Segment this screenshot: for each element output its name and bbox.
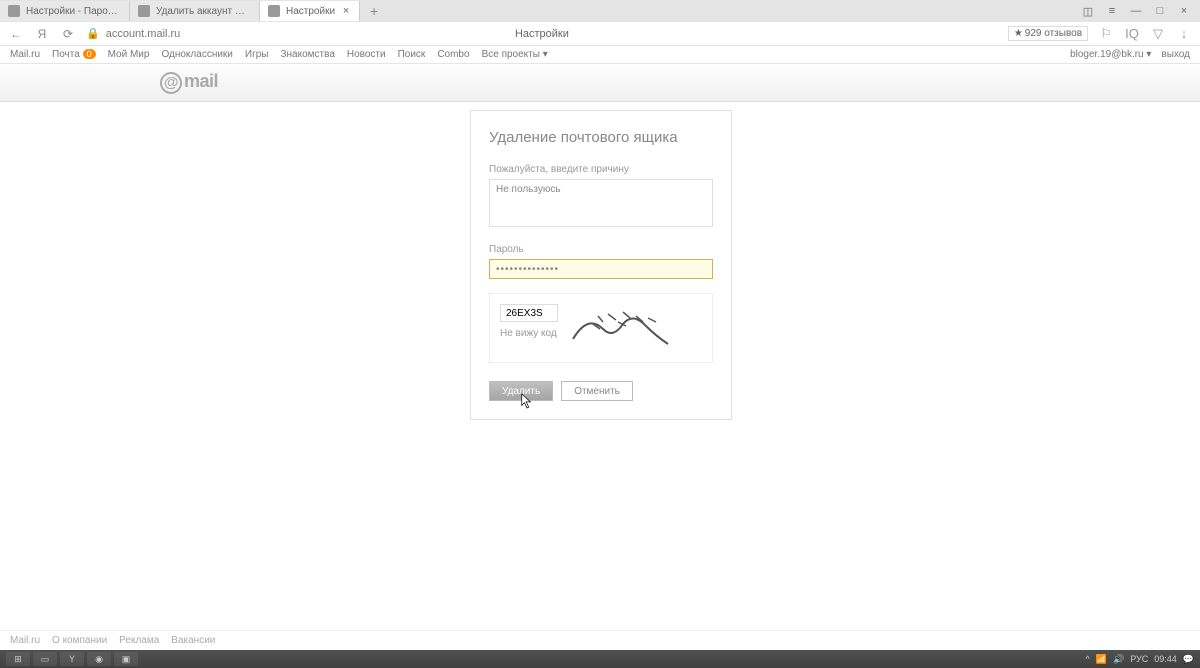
header: @mail bbox=[0, 64, 1200, 102]
password-input[interactable] bbox=[489, 259, 713, 279]
minimize-icon[interactable]: — bbox=[1130, 5, 1142, 17]
top-nav: Mail.ru Почта 0 Мой Мир Одноклассники Иг… bbox=[0, 46, 1200, 64]
rating-badge[interactable]: ★929 отзывов bbox=[1008, 26, 1088, 41]
captcha-refresh-link[interactable]: Не вижу код bbox=[500, 328, 558, 339]
app-icon[interactable]: ▣ bbox=[114, 652, 138, 666]
tray-network-icon[interactable]: 📶 bbox=[1096, 654, 1107, 665]
footer: Mail.ru О компании Реклама Вакансии bbox=[0, 630, 1200, 650]
page-title: Настройки bbox=[515, 28, 569, 40]
maximize-icon[interactable]: □ bbox=[1154, 5, 1166, 17]
tab-label: Удалить аккаунт — Помощ bbox=[156, 6, 251, 17]
footer-ads[interactable]: Реклама bbox=[119, 635, 159, 646]
tab-settings-password[interactable]: Настройки - Пароль и бе bbox=[0, 1, 130, 21]
menu-icon[interactable]: ≡ bbox=[1106, 5, 1118, 17]
start-button[interactable]: ⊞ bbox=[6, 652, 30, 666]
tray-lang-icon[interactable]: РУС bbox=[1130, 654, 1148, 664]
captcha-image bbox=[568, 304, 678, 352]
nav-search[interactable]: Поиск bbox=[398, 49, 426, 60]
compare-icon[interactable]: IQ bbox=[1124, 26, 1140, 42]
footer-about[interactable]: О компании bbox=[52, 635, 107, 646]
nav-mail[interactable]: Почта 0 bbox=[52, 49, 96, 60]
url-box[interactable]: 🔒 account.mail.ru bbox=[86, 27, 505, 40]
favicon-icon bbox=[138, 5, 150, 17]
nav-all[interactable]: Все проекты ▾ bbox=[482, 49, 548, 60]
address-right: ★929 отзывов ⚐ IQ ▽ ↓ bbox=[1008, 26, 1192, 42]
password-label: Пароль bbox=[489, 244, 713, 255]
nav-user[interactable]: bloger.19@bk.ru ▾ bbox=[1070, 49, 1151, 60]
nav-right: bloger.19@bk.ru ▾ выход bbox=[1070, 49, 1190, 60]
close-icon[interactable]: × bbox=[341, 6, 351, 16]
tray-chevron-icon[interactable]: ^ bbox=[1086, 654, 1090, 664]
system-tray: ^ 📶 🔊 РУС 09:44 💬 bbox=[1086, 654, 1194, 665]
nav-logout[interactable]: выход bbox=[1161, 49, 1190, 60]
shield-icon[interactable]: ▽ bbox=[1150, 26, 1166, 42]
nav-news[interactable]: Новости bbox=[347, 49, 386, 60]
delete-button[interactable]: Удалить bbox=[489, 381, 553, 401]
mail-logo[interactable]: @mail bbox=[160, 71, 218, 94]
nav-combo[interactable]: Combo bbox=[437, 49, 469, 60]
delete-mailbox-card: Удаление почтового ящика Пожалуйста, вве… bbox=[470, 110, 732, 420]
tray-time[interactable]: 09:44 bbox=[1154, 654, 1177, 664]
favicon-icon bbox=[268, 5, 280, 17]
explorer-icon[interactable]: ▭ bbox=[33, 652, 57, 666]
button-row: Удалить Отменить bbox=[489, 381, 713, 401]
download-icon[interactable]: ↓ bbox=[1176, 26, 1192, 42]
bookmark-icon[interactable]: ⚐ bbox=[1098, 26, 1114, 42]
url-text: account.mail.ru bbox=[106, 28, 181, 40]
nav-ok[interactable]: Одноклассники bbox=[161, 49, 232, 60]
reason-label: Пожалуйста, введите причину bbox=[489, 164, 713, 175]
extensions-icon[interactable]: ◫ bbox=[1082, 5, 1094, 17]
taskbar: ⊞ ▭ Y ◉ ▣ ^ 📶 🔊 РУС 09:44 💬 bbox=[0, 650, 1200, 668]
cursor-icon bbox=[520, 392, 534, 410]
window-controls: ◫ ≡ — □ × bbox=[1082, 5, 1200, 17]
reload-icon[interactable]: ⟳ bbox=[60, 26, 76, 42]
tray-notifications-icon[interactable]: 💬 bbox=[1183, 654, 1194, 665]
tray-volume-icon[interactable]: 🔊 bbox=[1113, 654, 1124, 665]
yandex-icon[interactable]: Я bbox=[34, 26, 50, 42]
captcha-row: Не вижу код bbox=[489, 293, 713, 363]
app-icon[interactable]: ◉ bbox=[87, 652, 111, 666]
tab-delete-account[interactable]: Удалить аккаунт — Помощ bbox=[130, 1, 260, 21]
tab-label: Настройки - Пароль и бе bbox=[26, 6, 121, 17]
lock-icon: 🔒 bbox=[86, 27, 100, 40]
nav-mymir[interactable]: Мой Мир bbox=[108, 49, 150, 60]
captcha-input[interactable] bbox=[500, 304, 558, 322]
card-title: Удаление почтового ящика bbox=[489, 129, 713, 146]
new-tab-button[interactable]: + bbox=[364, 1, 384, 21]
nav-dating[interactable]: Знакомства bbox=[280, 49, 334, 60]
footer-jobs[interactable]: Вакансии bbox=[171, 635, 215, 646]
browser-tabs-bar: Настройки - Пароль и бе Удалить аккаунт … bbox=[0, 0, 1200, 22]
mail-badge: 0 bbox=[83, 49, 96, 59]
footer-mailru[interactable]: Mail.ru bbox=[10, 635, 40, 646]
main-content: Удаление почтового ящика Пожалуйста, вве… bbox=[0, 102, 1200, 632]
address-bar: ← Я ⟳ 🔒 account.mail.ru Настройки ★929 о… bbox=[0, 22, 1200, 46]
nav-games[interactable]: Игры bbox=[245, 49, 269, 60]
tab-settings[interactable]: Настройки × bbox=[260, 1, 360, 21]
back-icon[interactable]: ← bbox=[8, 26, 24, 42]
yandex-browser-icon[interactable]: Y bbox=[60, 652, 84, 666]
favicon-icon bbox=[8, 5, 20, 17]
nav-mailru[interactable]: Mail.ru bbox=[10, 49, 40, 60]
tab-label: Настройки bbox=[286, 6, 335, 17]
close-icon[interactable]: × bbox=[1178, 5, 1190, 17]
cancel-button[interactable]: Отменить bbox=[561, 381, 633, 401]
reason-input[interactable] bbox=[489, 179, 713, 227]
